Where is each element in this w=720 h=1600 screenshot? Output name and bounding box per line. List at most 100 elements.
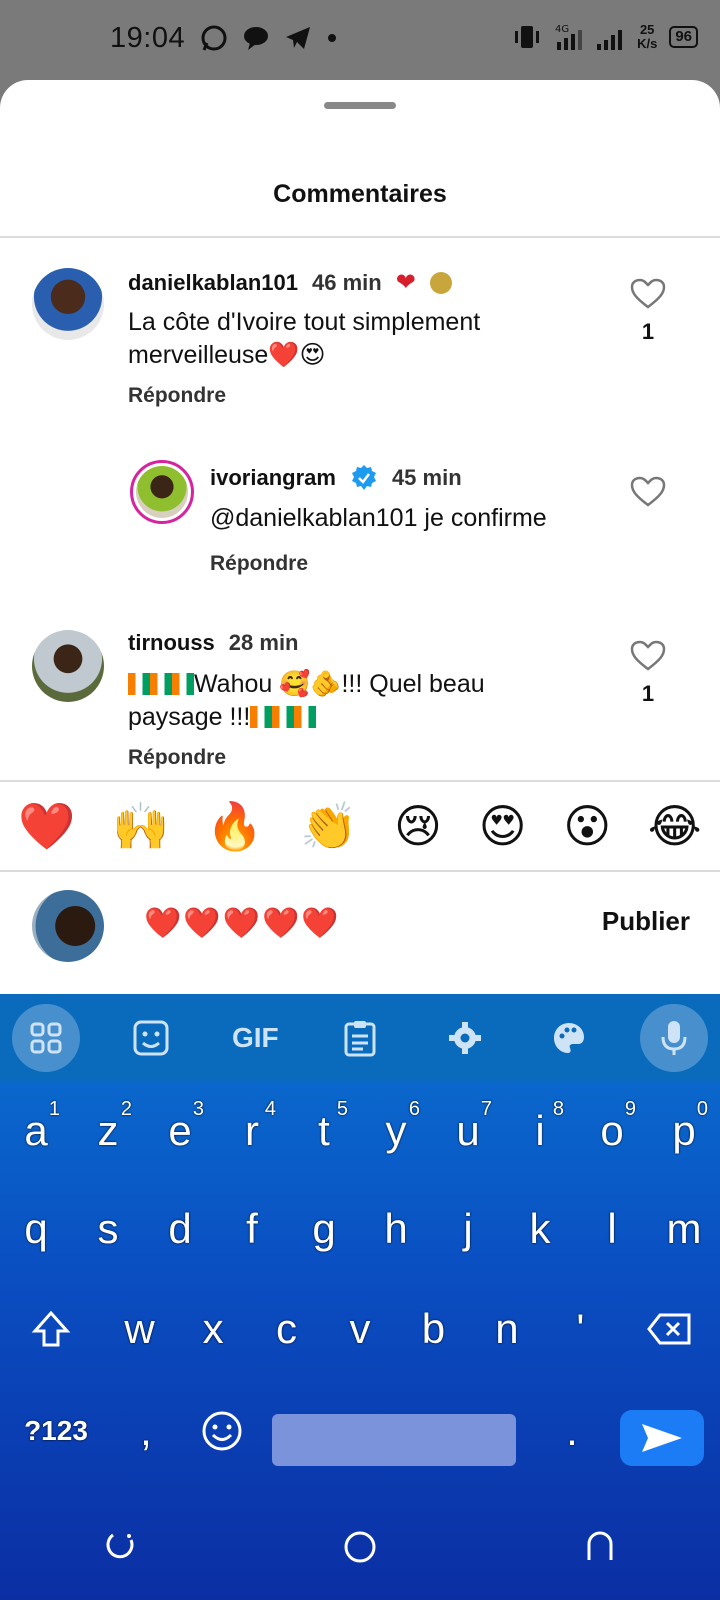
key-h[interactable]: h: [360, 1184, 432, 1274]
avatar[interactable]: [32, 268, 104, 340]
backspace-icon[interactable]: [646, 1312, 692, 1346]
key-b[interactable]: b: [397, 1284, 470, 1374]
sticker-icon[interactable]: [132, 1019, 170, 1057]
smiley-icon[interactable]: [201, 1410, 243, 1452]
clipboard-icon[interactable]: [343, 1019, 377, 1057]
comment-time: 28 min: [228, 630, 299, 655]
clock: 19:04: [110, 22, 186, 54]
publish-button[interactable]: Publier: [602, 906, 690, 937]
key-n[interactable]: n: [470, 1284, 543, 1374]
palette-icon[interactable]: [551, 1020, 587, 1056]
reply-button[interactable]: Répondre: [128, 384, 226, 408]
voice-input-button[interactable]: [639, 1004, 708, 1072]
ivory-coast-flag-icon: [272, 706, 295, 728]
avatar[interactable]: [130, 460, 194, 524]
key-hint: 6: [408, 1098, 420, 1120]
key-label: t: [318, 1107, 330, 1154]
key-m[interactable]: m: [648, 1184, 720, 1274]
emoji-raised-hands-button[interactable]: 🙌: [112, 799, 169, 854]
keyboard-toolbar: GIF: [0, 994, 720, 1082]
key-w[interactable]: w: [103, 1284, 176, 1374]
comment-text-line-1: Wahou 🥰🫵!!! Quel beau: [194, 670, 485, 698]
symbols-key[interactable]: ?123: [0, 1386, 112, 1476]
key-f[interactable]: f: [216, 1184, 288, 1274]
emoji-fire-button[interactable]: 🔥: [206, 799, 263, 854]
reply-button[interactable]: Répondre: [210, 552, 308, 576]
settings-button[interactable]: [431, 1004, 499, 1072]
gif-button[interactable]: GIF: [221, 1004, 289, 1072]
key-v[interactable]: v: [323, 1284, 396, 1374]
back-icon[interactable]: [583, 1530, 617, 1564]
recent-apps-icon[interactable]: [103, 1530, 137, 1564]
comment-username[interactable]: tirnouss: [128, 630, 215, 656]
emoji-clap-button[interactable]: 👏: [300, 799, 357, 854]
comment-meta: ivoriangram 45 min: [210, 464, 462, 492]
key-c[interactable]: c: [250, 1284, 323, 1374]
period-key[interactable]: .: [540, 1386, 604, 1476]
key-p[interactable]: p0: [648, 1086, 720, 1176]
key-a[interactable]: a1: [0, 1086, 72, 1176]
send-button[interactable]: [620, 1410, 704, 1466]
comment-input[interactable]: ❤️❤️❤️❤️❤️: [144, 906, 341, 941]
key-r[interactable]: r4: [216, 1086, 288, 1176]
emoji-surprised-button[interactable]: 😮: [563, 799, 611, 853]
shift-icon[interactable]: [31, 1309, 71, 1349]
key-label: u: [456, 1107, 480, 1154]
ivory-coast-flag-icon: [172, 673, 194, 695]
heart-outline-icon[interactable]: [630, 640, 666, 672]
send-icon[interactable]: [640, 1420, 684, 1456]
key-o[interactable]: o9: [576, 1086, 648, 1176]
emoji-key[interactable]: [180, 1386, 264, 1476]
network-speed: 25 K/s: [637, 23, 657, 51]
verified-badge-icon: [351, 465, 376, 490]
heart-outline-icon[interactable]: [630, 278, 666, 310]
apps-grid-button[interactable]: [12, 1004, 80, 1072]
key-g[interactable]: g: [288, 1184, 360, 1274]
reply-button[interactable]: Répondre: [128, 746, 226, 770]
emoji-laughing-button[interactable]: 😂: [648, 799, 702, 853]
key-z[interactable]: z2: [72, 1086, 144, 1176]
key-s[interactable]: s: [72, 1184, 144, 1274]
like-button[interactable]: 1: [628, 640, 668, 707]
key-l[interactable]: l: [576, 1184, 648, 1274]
key-u[interactable]: u7: [432, 1086, 504, 1176]
like-button[interactable]: 1: [628, 278, 668, 345]
backspace-key[interactable]: [617, 1284, 720, 1374]
key-y[interactable]: y6: [360, 1086, 432, 1176]
shift-key[interactable]: [0, 1284, 103, 1374]
battery-icon: 96: [669, 26, 698, 48]
space-bar[interactable]: [272, 1414, 516, 1466]
grid-icon[interactable]: [29, 1021, 63, 1055]
like-count: 1: [641, 681, 655, 706]
sticker-button[interactable]: [117, 1004, 185, 1072]
gear-icon[interactable]: [447, 1020, 483, 1056]
key-j[interactable]: j: [432, 1184, 504, 1274]
home-icon[interactable]: [342, 1529, 378, 1565]
comma-key[interactable]: ,: [112, 1386, 180, 1476]
comment-time: 45 min: [391, 465, 462, 490]
emoji-crying-button[interactable]: 😢: [394, 799, 442, 853]
comment-text: @danielkablan101 je confirme: [210, 504, 547, 532]
comment-username[interactable]: danielkablan101: [128, 270, 298, 296]
avatar[interactable]: [32, 630, 104, 702]
comment-meta: tirnouss 28 min: [128, 630, 299, 656]
emoji-heart-button[interactable]: ❤️: [18, 799, 75, 854]
key-e[interactable]: e3: [144, 1086, 216, 1176]
theme-button[interactable]: [535, 1004, 603, 1072]
key-d[interactable]: d: [144, 1184, 216, 1274]
chat-icon: [244, 27, 268, 50]
clipboard-button[interactable]: [326, 1004, 394, 1072]
like-button[interactable]: [628, 476, 668, 513]
microphone-icon[interactable]: [659, 1019, 689, 1057]
key-q[interactable]: q: [0, 1184, 72, 1274]
drag-handle[interactable]: [324, 102, 396, 109]
key-i[interactable]: i8: [504, 1086, 576, 1176]
key-k[interactable]: k: [504, 1184, 576, 1274]
key-t[interactable]: t5: [288, 1086, 360, 1176]
heart-outline-icon[interactable]: [630, 476, 666, 508]
comment-username[interactable]: ivoriangram: [210, 465, 336, 491]
key-apostrophe[interactable]: ': [544, 1284, 617, 1374]
keyboard: GIF a1 z2 e3 r4 t5 y6 u7 i8 o9 p0 q s d …: [0, 994, 720, 1600]
emoji-heart-eyes-button[interactable]: 😍: [479, 799, 527, 853]
key-x[interactable]: x: [176, 1284, 249, 1374]
